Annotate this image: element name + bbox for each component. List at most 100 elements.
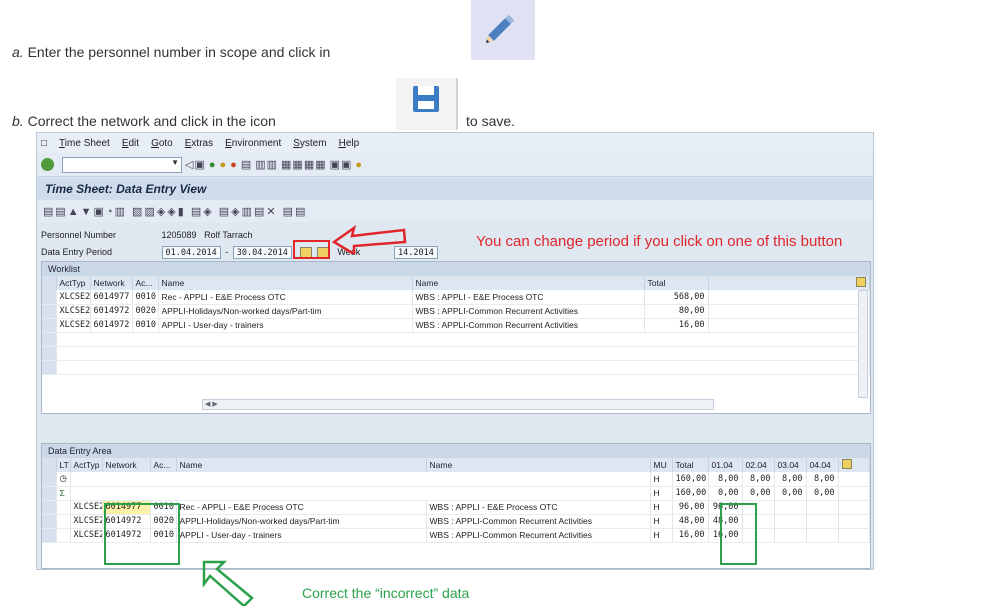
worklist-col-name[interactable]: Name [158,276,413,290]
row-selector[interactable] [42,290,57,305]
entry-col-day-2[interactable]: 02.04 [742,458,775,472]
entry-name: Rec - APPLI - E&E Process OTC [176,500,427,515]
worklist-col-wbs-name[interactable]: Name [412,276,645,290]
worklist-wbs: WBS : APPLI - E&E Process OTC [412,290,645,305]
entry-col-wbs-name[interactable]: Name [426,458,651,472]
chevron-down-icon[interactable]: ▼ [171,158,179,167]
entry-acttyp[interactable]: XLCSE2 [70,514,103,529]
personnel-number-value: 1205089 [161,230,197,240]
menu-bar: □ Time Sheet Edit Goto Extras Environmen… [37,133,873,153]
print-icon[interactable]: ▤ [241,158,252,171]
page-nav-icons[interactable]: ▦▦▦▦ [281,158,327,171]
table-row[interactable]: XLCSE2 6014972 0010 APPLI - User-day - t… [42,318,870,333]
column-settings-icon[interactable] [838,458,870,472]
entry-col-total[interactable]: Total [672,458,709,472]
empty-cell [56,514,71,529]
worklist-name: Rec - APPLI - E&E Process OTC [158,290,413,305]
worklist-wbs: WBS : APPLI-Common Recurrent Activities [412,318,645,333]
empty-cell [838,514,870,529]
empty-cell [56,346,870,361]
entry-wbs: WBS : APPLI-Common Recurrent Activities [426,514,651,529]
entry-col-day-3[interactable]: 03.04 [774,458,807,472]
layout-icons[interactable]: ▣▣ [330,158,353,171]
worklist-wbs: WBS : APPLI-Common Recurrent Activities [412,304,645,319]
cancel-icon[interactable]: ● [230,159,238,171]
period-to-field[interactable]: 30.04.2014 [232,246,292,259]
menu-environment[interactable]: Environment [225,138,281,149]
row-selector[interactable] [42,360,57,375]
table-row[interactable]: XLCSE2 6014972 0020 APPLI-Holidays/Non-w… [42,304,870,319]
back-icon[interactable]: ● [209,159,217,171]
worklist-col-network[interactable]: Network [90,276,133,290]
sum-day-4: 0,00 [806,486,839,501]
page-title: Time Sheet: Data Entry View [37,178,873,200]
scroll-left-icon[interactable]: ◀ ▶ [205,400,218,408]
column-settings-icon[interactable] [708,276,870,290]
menu-extras[interactable]: Extras [185,138,213,149]
period-buttons-highlight [293,240,330,259]
row-selector[interactable] [42,318,57,333]
entry-day-4[interactable] [806,514,839,529]
menu-help[interactable]: Help [339,138,360,149]
command-field[interactable]: ▼ [62,156,182,173]
empty-cell [56,360,870,375]
empty-cell [56,528,71,543]
entry-col-activity[interactable]: Ac... [150,458,177,472]
menu-system[interactable]: System [293,138,326,149]
exit-icon[interactable]: ● [220,159,228,171]
entry-day-3[interactable] [774,500,807,515]
select-all-cell[interactable] [42,276,57,290]
entry-day-3[interactable] [774,528,807,543]
sum-total: 160,00 [672,486,709,501]
worklist-col-acttyp[interactable]: ActTyp [56,276,91,290]
worklist-hscroll[interactable]: ◀ ▶ [202,399,714,410]
worklist-activity: 0010 [132,318,159,333]
entry-col-mu[interactable]: MU [650,458,673,472]
day-column-highlight [720,503,757,565]
help-icon[interactable]: ● [355,159,363,171]
table-row[interactable]: XLCSE2 6014977 0010 Rec - APPLI - E&E Pr… [42,290,870,305]
menu-goto[interactable]: Goto [151,138,173,149]
worklist-vscroll[interactable] [858,290,868,398]
menu-time-sheet[interactable]: Time Sheet [59,138,110,149]
row-selector[interactable] [42,528,57,543]
worklist-network: 6014977 [90,290,133,305]
select-all-cell[interactable] [42,458,57,472]
worklist-col-total[interactable]: Total [644,276,709,290]
entry-col-day-4[interactable]: 04.04 [806,458,839,472]
worklist-acttyp: XLCSE2 [56,304,91,319]
row-selector[interactable] [42,486,57,501]
menu-edit[interactable]: Edit [122,138,139,149]
sum-mu: H [650,472,673,487]
window-menu-icon[interactable]: □ [41,138,47,149]
table-row[interactable] [42,346,870,361]
entry-col-network[interactable]: Network [102,458,151,472]
row-selector[interactable] [42,472,57,487]
row-selector[interactable] [42,500,57,515]
row-selector[interactable] [42,304,57,319]
enter-icon[interactable] [41,158,54,171]
instruction-b-letter: b. [12,113,24,129]
row-selector[interactable] [42,514,57,529]
entry-col-name[interactable]: Name [176,458,427,472]
table-row[interactable] [42,360,870,375]
row-selector[interactable] [42,346,57,361]
worklist-network: 6014972 [90,304,133,319]
entry-acttyp[interactable]: XLCSE2 [70,528,103,543]
save-icon-toolbar[interactable]: ◁▣ [185,158,206,171]
app-toolbar-icons[interactable]: ▤▤▲▼▣◔▥ ▧▨◈◈▮ ▤◈ ▤◈▥▤✕ ▤▤ [43,205,307,218]
table-row[interactable] [42,332,870,347]
worklist-col-activity[interactable]: Ac... [132,276,159,290]
entry-day-4[interactable] [806,528,839,543]
sum-day-2: 8,00 [742,472,775,487]
entry-acttyp[interactable]: XLCSE2 [70,500,103,515]
entry-col-lt[interactable]: LT [56,458,71,472]
entry-col-day-1[interactable]: 01.04 [708,458,743,472]
entry-col-acttyp[interactable]: ActTyp [70,458,103,472]
row-selector[interactable] [42,332,57,347]
period-from-field[interactable]: 01.04.2014 [161,246,221,259]
entry-day-3[interactable] [774,514,807,529]
clock-icon: ◷ [56,472,71,487]
find-icon[interactable]: ▥▥ [255,158,278,171]
entry-day-4[interactable] [806,500,839,515]
